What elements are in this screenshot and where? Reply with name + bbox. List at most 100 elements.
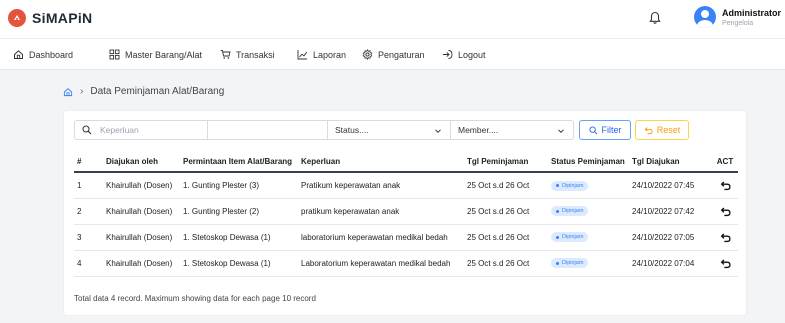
- reset-button-label: Reset: [656, 125, 681, 135]
- purpose: laboratorium keperawatan medikal bedah: [298, 224, 464, 251]
- main-nav: Dashboard Master Barang/Alat Transaksi L…: [0, 38, 785, 70]
- table-row: 1 Khairullah (Dosen) 1. Gunting Plester …: [74, 172, 738, 199]
- column-header: #: [74, 152, 103, 173]
- requested-item: 1. Stetoskop Dewasa (1): [180, 250, 298, 277]
- requester: Khairullah (Dosen): [103, 224, 180, 251]
- nav-label: Logout: [458, 49, 486, 60]
- row-number: 3: [74, 224, 103, 251]
- table-row: 4 Khairullah (Dosen) 1. Stetoskop Dewasa…: [74, 250, 738, 277]
- row-number: 2: [74, 198, 103, 225]
- loan-date: 25 Oct s.d 26 Oct: [464, 172, 548, 199]
- column-header: Tgl Peminjaman: [464, 152, 548, 173]
- breadcrumb: › Data Peminjaman Alat/Barang: [63, 86, 224, 97]
- requester: Khairullah (Dosen): [103, 172, 180, 199]
- app-name: SiMAPiN: [32, 10, 93, 26]
- gear-icon: [362, 49, 373, 60]
- nav-label: Laporan: [313, 49, 347, 60]
- return-arrow-icon: [720, 207, 731, 216]
- home-icon: [14, 50, 23, 59]
- submitted-date: 24/10/2022 07:42: [629, 198, 712, 225]
- purpose: Pratikum keperawatan anak: [298, 172, 464, 199]
- grid-icon: [109, 49, 120, 60]
- submitted-date: 24/10/2022 07:05: [629, 224, 712, 251]
- row-number: 1: [74, 172, 103, 199]
- column-header: Permintaan Item Alat/Barang: [180, 152, 298, 173]
- peminjaman-card: Status.... Member.... Filter Reset # Dia…: [63, 110, 747, 316]
- search-extra-field[interactable]: [207, 120, 328, 140]
- avatar[interactable]: [694, 6, 716, 28]
- status-label: Dipinjam: [562, 182, 584, 189]
- status-badge: Dipinjam: [551, 232, 589, 243]
- member-select-value: Member....: [458, 125, 499, 135]
- nav-item-master[interactable]: Master Barang/Alat: [109, 49, 202, 60]
- top-bar: SiMAPiN Administrator Pengelola: [0, 0, 785, 38]
- breadcrumb-current: Data Peminjaman Alat/Barang: [90, 86, 225, 97]
- user-info[interactable]: Administrator Pengelola: [722, 8, 781, 27]
- nav-label: Pengaturan: [378, 49, 425, 60]
- column-header: Status Peminjaman: [548, 152, 629, 173]
- nav-item-transaksi[interactable]: Transaksi: [220, 49, 275, 60]
- row-number: 4: [74, 250, 103, 277]
- nav-item-dashboard[interactable]: Dashboard: [13, 49, 73, 60]
- nav-label: Master Barang/Alat: [125, 49, 203, 60]
- app-logo[interactable]: SiMAPiN: [8, 9, 92, 27]
- purpose: Laboratorium keperawatan medikal bedah: [298, 250, 464, 277]
- requester: Khairullah (Dosen): [103, 198, 180, 225]
- return-button[interactable]: [717, 229, 733, 245]
- chevron-down-icon: [558, 129, 564, 134]
- table-row: 2 Khairullah (Dosen) 1. Gunting Plester …: [74, 198, 738, 225]
- nav-item-logout[interactable]: Logout: [442, 49, 486, 60]
- table-header-row: # Diajukan oleh Permintaan Item Alat/Bar…: [74, 152, 738, 173]
- nav-item-pengaturan[interactable]: Pengaturan: [362, 49, 425, 60]
- purpose: pratikum keperawatan anak: [298, 198, 464, 225]
- undo-icon: [644, 126, 653, 134]
- submitted-date: 24/10/2022 07:45: [629, 172, 712, 199]
- chevron-right-icon: ›: [80, 86, 84, 97]
- return-button[interactable]: [717, 255, 733, 271]
- requested-item: 1. Stetoskop Dewasa (1): [180, 224, 298, 251]
- status-badge: Dipinjam: [551, 206, 589, 217]
- search-input[interactable]: [100, 125, 207, 135]
- chevron-down-icon: [435, 129, 441, 134]
- status-select-value: Status....: [335, 125, 369, 135]
- submitted-date: 24/10/2022 07:04: [629, 250, 712, 277]
- status-label: Dipinjam: [562, 260, 584, 267]
- logo-mark-icon: [8, 9, 26, 27]
- peminjaman-table: # Diajukan oleh Permintaan Item Alat/Bar…: [74, 152, 738, 277]
- cart-icon: [220, 50, 231, 59]
- user-name: Administrator: [722, 8, 782, 18]
- home-icon[interactable]: [63, 87, 73, 97]
- requester: Khairullah (Dosen): [103, 250, 180, 277]
- user-role: Pengelola: [722, 20, 754, 27]
- logout-icon: [443, 50, 453, 59]
- return-arrow-icon: [720, 181, 731, 190]
- table-row: 3 Khairullah (Dosen) 1. Stetoskop Dewasa…: [74, 224, 738, 251]
- reset-button[interactable]: Reset: [635, 120, 689, 140]
- return-arrow-icon: [720, 233, 731, 242]
- status-badge: Dipinjam: [551, 180, 589, 191]
- table-footer-note: Total data 4 record. Maximum showing dat…: [74, 294, 316, 303]
- nav-item-laporan[interactable]: Laporan: [297, 49, 346, 60]
- member-select[interactable]: Member....: [450, 120, 574, 140]
- status-badge: Dipinjam: [551, 258, 589, 269]
- filter-button-label: Filter: [601, 125, 622, 135]
- loan-date: 25 Oct s.d 26 Oct: [464, 224, 548, 251]
- return-button[interactable]: [717, 177, 733, 193]
- return-arrow-icon: [720, 259, 731, 268]
- search-filter-icon: [588, 125, 597, 134]
- column-header: ACT: [712, 152, 738, 173]
- search-field[interactable]: [74, 120, 208, 140]
- column-header: Diajukan oleh: [103, 152, 180, 173]
- notification-bell-icon[interactable]: [648, 11, 662, 25]
- status-select[interactable]: Status....: [327, 120, 451, 140]
- nav-label: Transaksi: [236, 49, 275, 60]
- chart-icon: [297, 50, 308, 60]
- status-label: Dipinjam: [562, 208, 584, 215]
- requested-item: 1. Gunting Plester (3): [180, 172, 298, 199]
- return-button[interactable]: [717, 203, 733, 219]
- filter-button[interactable]: Filter: [579, 120, 631, 140]
- search-icon: [82, 125, 92, 135]
- nav-label: Dashboard: [29, 49, 74, 60]
- loan-date: 25 Oct s.d 26 Oct: [464, 198, 548, 225]
- column-header: Keperluan: [298, 152, 464, 173]
